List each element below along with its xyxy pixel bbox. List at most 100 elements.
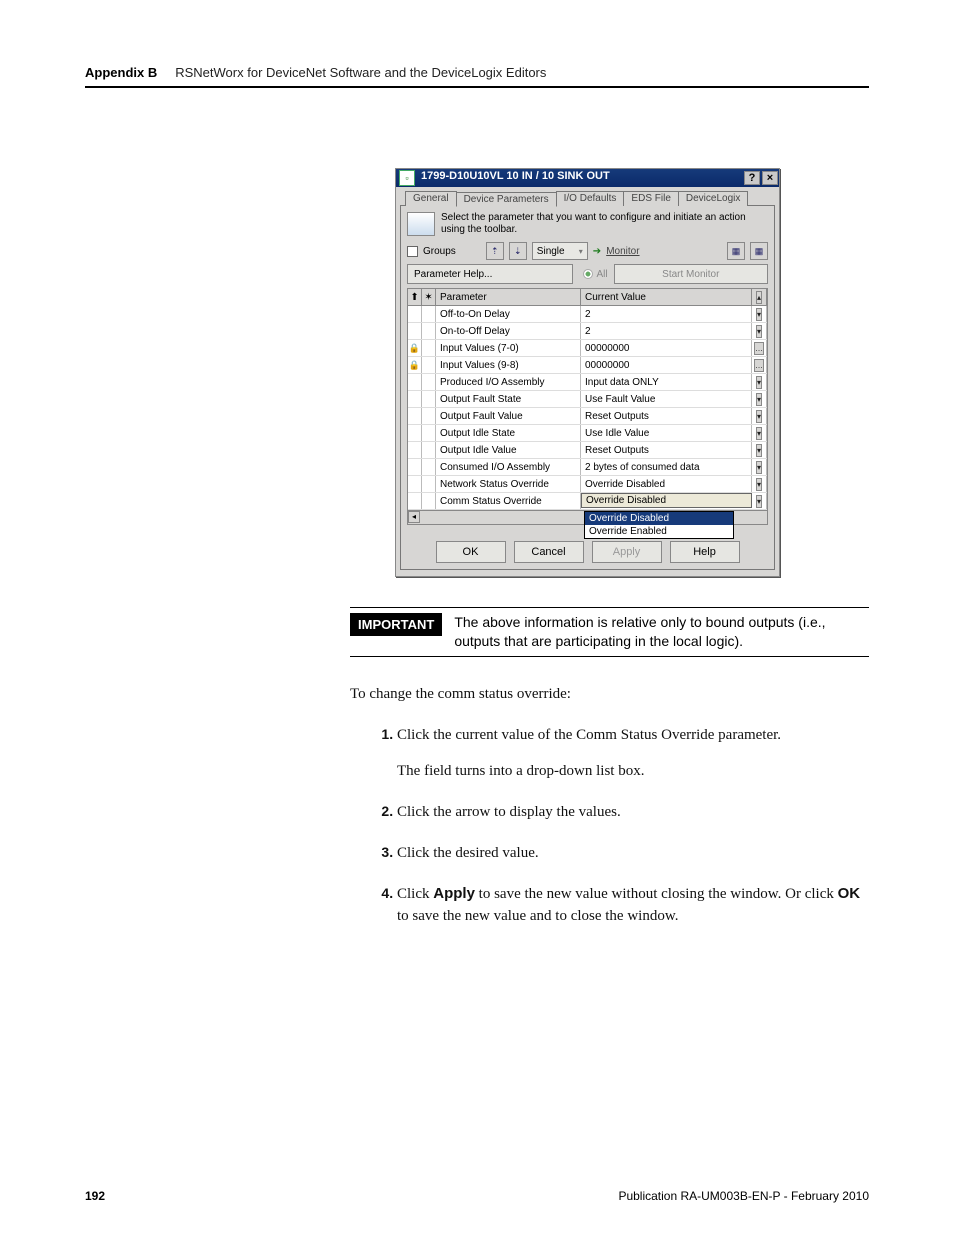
row-current-value[interactable]: 2 bytes of consumed data — [581, 459, 752, 475]
row-param-name: Output Fault State — [436, 391, 581, 407]
col-current-value[interactable]: Current Value — [581, 289, 752, 305]
row-status-icon — [422, 357, 436, 373]
dialog-window: ▫ 1799-D10U10VL 10 IN / 10 SINK OUT ? × … — [395, 168, 780, 577]
row-lock-icon — [408, 459, 422, 475]
row-lock-icon — [408, 408, 422, 424]
dropdown-button[interactable]: ▾ — [756, 410, 762, 423]
table-row[interactable]: Off-to-On Delay2▾ — [408, 306, 767, 323]
dropdown-button[interactable]: ▾ — [756, 393, 762, 406]
row-param-name: Output Idle State — [436, 425, 581, 441]
tab-io-defaults[interactable]: I/O Defaults — [556, 191, 625, 206]
publication-info: Publication RA-UM003B-EN-P - February 20… — [618, 1189, 869, 1203]
dropdown-button[interactable]: ▾ — [756, 444, 762, 457]
all-label: All — [596, 269, 607, 280]
row-current-value[interactable]: Use Fault Value — [581, 391, 752, 407]
ellipsis-button[interactable]: … — [754, 342, 764, 355]
mode-select[interactable]: Single▾ — [532, 242, 588, 260]
ok-button[interactable]: OK — [436, 541, 506, 563]
arrow-icon: ➔ — [593, 246, 601, 257]
dropdown-button[interactable]: ▾ — [756, 308, 762, 321]
table-row[interactable]: Network Status OverrideOverride Disabled… — [408, 476, 767, 493]
row-current-value[interactable]: Input data ONLY — [581, 374, 752, 390]
upload-icon[interactable]: ⇡ — [486, 242, 504, 260]
download-icon[interactable]: ⇣ — [509, 242, 527, 260]
comm-status-dropdown[interactable]: Override Disabled Override Enabled — [584, 511, 734, 539]
sort-icon[interactable]: ⬆ — [408, 289, 422, 305]
window-title: 1799-D10U10VL 10 IN / 10 SINK OUT — [418, 169, 743, 187]
dropdown-button[interactable]: ▾ — [756, 495, 762, 508]
monitor-icon-1[interactable]: ▦ — [727, 242, 745, 260]
row-current-value[interactable]: Reset Outputs — [581, 442, 752, 458]
row-param-name: Input Values (9-8) — [436, 357, 581, 373]
monitor-label[interactable]: Monitor — [606, 246, 639, 257]
help-button[interactable]: ? — [744, 171, 760, 185]
start-monitor-button[interactable]: Start Monitor — [614, 264, 768, 284]
appendix-label: Appendix B — [85, 65, 157, 80]
row-status-icon — [422, 442, 436, 458]
row-status-icon — [422, 425, 436, 441]
dropdown-button[interactable]: ▾ — [756, 325, 762, 338]
page-footer: 192 Publication RA-UM003B-EN-P - Februar… — [85, 1189, 869, 1203]
row-param-name: Input Values (7-0) — [436, 340, 581, 356]
dropdown-option-enabled[interactable]: Override Enabled — [585, 525, 733, 538]
dropdown-button[interactable]: ▾ — [756, 461, 762, 474]
table-row[interactable]: Output Idle StateUse Idle Value ▾ — [408, 425, 767, 442]
table-row[interactable]: Output Fault StateUse Fault Value ▾ — [408, 391, 767, 408]
step-item: Click the current value of the Comm Stat… — [397, 723, 869, 782]
ellipsis-button[interactable]: … — [754, 359, 764, 372]
row-control-cell: … — [752, 340, 767, 356]
row-status-icon — [422, 459, 436, 475]
row-current-value[interactable]: Use Idle Value — [581, 425, 752, 441]
tab-eds-file[interactable]: EDS File — [623, 191, 678, 206]
apply-button[interactable]: Apply — [592, 541, 662, 563]
table-row[interactable]: 🔒Input Values (7-0)00000000… — [408, 340, 767, 357]
row-status-icon — [422, 340, 436, 356]
row-current-value[interactable]: 00000000 — [581, 357, 752, 373]
table-row[interactable]: Comm Status OverrideOverride Disabled▾ — [408, 493, 767, 510]
tab-general[interactable]: General — [405, 191, 457, 206]
col-parameter[interactable]: Parameter — [436, 289, 581, 305]
tab-devicelogix[interactable]: DeviceLogix — [678, 191, 748, 206]
tab-device-parameters[interactable]: Device Parameters — [456, 192, 557, 207]
all-radio[interactable] — [583, 269, 593, 279]
note-tag: IMPORTANT — [350, 613, 442, 636]
groups-checkbox[interactable] — [407, 246, 418, 257]
dropdown-button[interactable]: ▾ — [756, 376, 762, 389]
mode-select-value: Single — [537, 246, 565, 257]
parameter-help-button[interactable]: Parameter Help... — [407, 264, 573, 284]
tab-pane: Select the parameter that you want to co… — [400, 205, 775, 570]
dropdown-button[interactable]: ▾ — [756, 427, 762, 440]
note-text: The above information is relative only t… — [454, 613, 869, 651]
cancel-button[interactable]: Cancel — [514, 541, 584, 563]
help-button-dlg[interactable]: Help — [670, 541, 740, 563]
row-lock-icon — [408, 374, 422, 390]
row-lock-icon — [408, 442, 422, 458]
row-param-name: Output Idle Value — [436, 442, 581, 458]
table-row[interactable]: 🔒Input Values (9-8)00000000… — [408, 357, 767, 374]
filter-icon[interactable]: ✶ — [422, 289, 436, 305]
scroll-up-button[interactable]: ▴ — [756, 291, 762, 304]
row-current-value[interactable]: Override Disabled — [581, 476, 752, 492]
dropdown-option-disabled[interactable]: Override Disabled — [585, 512, 733, 525]
row-current-value[interactable]: 00000000 — [581, 340, 752, 356]
table-row[interactable]: Produced I/O AssemblyInput data ONLY▾ — [408, 374, 767, 391]
table-row[interactable]: Output Fault ValueReset Outputs▾ — [408, 408, 767, 425]
row-control-cell: ▾ — [752, 323, 767, 339]
table-row[interactable]: On-to-Off Delay2▾ — [408, 323, 767, 340]
close-button[interactable]: × — [762, 171, 778, 185]
monitor-icon-2[interactable]: ▦ — [750, 242, 768, 260]
step-item: Click the desired value. — [397, 841, 869, 864]
row-control-cell: ▾ — [752, 408, 767, 424]
row-current-value[interactable]: Reset Outputs — [581, 408, 752, 424]
table-row[interactable]: Output Idle ValueReset Outputs ▾ — [408, 442, 767, 459]
page-number: 192 — [85, 1189, 105, 1203]
row-current-value[interactable]: 2 — [581, 306, 752, 322]
steps-list: Click the current value of the Comm Stat… — [375, 723, 869, 927]
app-icon: ▫ — [399, 170, 415, 186]
row-current-value[interactable]: Override Disabled — [581, 493, 752, 508]
row-current-value[interactable]: 2 — [581, 323, 752, 339]
titlebar[interactable]: ▫ 1799-D10U10VL 10 IN / 10 SINK OUT ? × — [396, 169, 779, 187]
scroll-left-button[interactable]: ◂ — [408, 511, 420, 523]
dropdown-button[interactable]: ▾ — [756, 478, 762, 491]
table-row[interactable]: Consumed I/O Assembly2 bytes of consumed… — [408, 459, 767, 476]
